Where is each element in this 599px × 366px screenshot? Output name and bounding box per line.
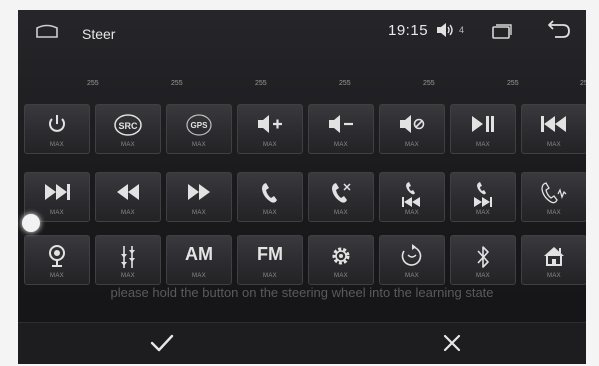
play-pause-button[interactable]: MAX xyxy=(450,104,516,154)
fm-button[interactable]: FM MAX xyxy=(237,235,303,285)
svg-text:GPS: GPS xyxy=(191,121,209,130)
voice-call-button[interactable]: MAX xyxy=(521,172,586,222)
key-status-label: MAX xyxy=(547,142,561,148)
call-next-button[interactable]: MAX xyxy=(450,172,516,222)
key-status-label: MAX xyxy=(50,142,64,148)
key-status-label: MAX xyxy=(334,273,348,279)
steering-key-grid: MAXSRCSRCMAXGPSGPSMAXMAXMAXMAXMAXMAXMAXM… xyxy=(18,10,586,364)
key-status-label: MAX xyxy=(334,142,348,148)
bottom-action-bar xyxy=(18,322,586,364)
settings-button[interactable]: MAX xyxy=(308,235,374,285)
am-icon: AM xyxy=(185,244,213,264)
key-status-label: MAX xyxy=(547,273,561,279)
volume-down-button[interactable]: MAX xyxy=(308,104,374,154)
mute-button[interactable]: MAX xyxy=(379,104,445,154)
key-status-label: MAX xyxy=(121,210,135,216)
key-status-label: MAX xyxy=(263,273,277,279)
rotate-button[interactable]: MAX xyxy=(379,235,445,285)
key-status-label: MAX xyxy=(405,142,419,148)
src-button[interactable]: SRCSRCMAX xyxy=(95,104,161,154)
key-status-label: MAX xyxy=(192,273,206,279)
volume-up-button[interactable]: MAX xyxy=(237,104,303,154)
hang-up-button[interactable]: MAX xyxy=(308,172,374,222)
confirm-icon[interactable] xyxy=(149,332,175,354)
key-status-label: MAX xyxy=(192,142,206,148)
steer-screen: Steer 19:15 4 255255255255255255255 MAXS… xyxy=(18,10,586,364)
cancel-icon[interactable] xyxy=(442,333,462,353)
bluetooth-button[interactable]: MAX xyxy=(450,235,516,285)
am-button[interactable]: AM MAX xyxy=(166,235,232,285)
fm-icon: FM xyxy=(257,244,283,264)
key-status-label: MAX xyxy=(476,142,490,148)
key-status-label: MAX xyxy=(121,273,135,279)
rewind-button[interactable]: MAX xyxy=(95,172,161,222)
fast-forward-button[interactable]: MAX xyxy=(166,172,232,222)
key-status-label: MAX xyxy=(263,210,277,216)
call-previous-button[interactable]: MAX xyxy=(379,172,445,222)
previous-track-button[interactable]: MAX xyxy=(521,104,586,154)
key-status-label: MAX xyxy=(405,273,419,279)
key-status-label: MAX xyxy=(476,210,490,216)
gps-button[interactable]: GPSGPSMAX xyxy=(166,104,232,154)
call-button[interactable]: MAX xyxy=(237,172,303,222)
key-status-label: MAX xyxy=(334,210,348,216)
svg-text:SRC: SRC xyxy=(118,121,138,131)
key-status-label: MAX xyxy=(50,273,64,279)
key-status-label: MAX xyxy=(547,210,561,216)
voice-assist-button[interactable]: MAX xyxy=(24,235,90,285)
key-status-label: MAX xyxy=(476,273,490,279)
power-button[interactable]: MAX xyxy=(24,104,90,154)
home-button[interactable]: MAX xyxy=(521,235,586,285)
key-status-label: MAX xyxy=(121,142,135,148)
key-status-label: MAX xyxy=(192,210,206,216)
key-status-label: MAX xyxy=(263,142,277,148)
key-status-label: MAX xyxy=(405,210,419,216)
floating-assist-dot[interactable] xyxy=(22,214,40,232)
learning-hint: please hold the button on the steering w… xyxy=(110,285,494,300)
equalizer-button[interactable]: MAX xyxy=(95,235,161,285)
